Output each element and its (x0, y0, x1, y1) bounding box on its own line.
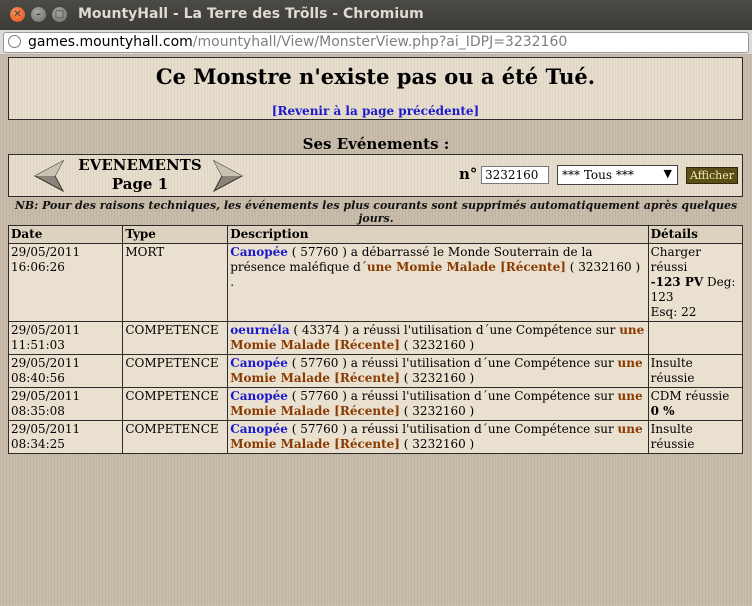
table-row: 29/05/2011 16:06:26 MORT Canopée ( 57760… (7, 243, 744, 322)
actor-id: ( 57760 ) (287, 422, 351, 436)
detail-line-2: 0 % (650, 404, 675, 418)
page-content: Ce Monstre n'existe pas ou a été Tué. [R… (0, 55, 752, 606)
afficher-button[interactable]: Afficher (686, 167, 738, 184)
number-label: n° (459, 165, 478, 183)
dropdown-arrow-icon: ▼ (663, 167, 672, 180)
cell-details: Charger réussi -123 PV Deg: 123 Esq: 22 (647, 243, 744, 322)
events-section-title: Ses Evénements : (302, 135, 450, 153)
events-navigation: EVENEMENTS Page 1 n° 3232160 *** Tous **… (8, 154, 743, 197)
back-link[interactable]: [Revenir à la page précédente] (9, 104, 742, 118)
cell-type: COMPETENCE (122, 387, 229, 421)
globe-icon (8, 35, 21, 48)
url-path: /mountyhall/View/MonsterView.php?ai_IDPJ… (192, 34, 568, 50)
cell-date: 29/05/2011 16:06:26 (7, 243, 124, 322)
detail-line: Charger réussi (650, 245, 701, 274)
actor-link[interactable]: Canopée (230, 422, 288, 436)
header-type: Type (122, 225, 229, 244)
header-details: Détails (647, 225, 744, 244)
message-box: Ce Monstre n'existe pas ou a été Tué. [R… (8, 57, 743, 120)
cell-date: 29/05/2011 08:34:25 (7, 420, 124, 454)
events-table: Date Type Description Détails 29/05/2011… (7, 225, 744, 454)
actor-link[interactable]: Canopée (230, 356, 288, 370)
cell-details: CDM réussie 0 % (647, 387, 744, 421)
address-bar: games.mountyhall.com/mountyhall/View/Mon… (0, 30, 752, 55)
detail-pv: -123 PV (650, 275, 704, 289)
next-page-arrow-icon[interactable] (212, 159, 244, 193)
detail-line: Insulte réussie (650, 356, 695, 385)
cell-description: Canopée ( 57760 ) a réussi l'utilisation… (227, 387, 649, 421)
target-id: ( 3232160 ) (399, 371, 475, 385)
maximize-window-icon[interactable]: □ (52, 7, 67, 22)
cell-description: Canopée ( 57760 ) a réussi l'utilisation… (227, 420, 649, 454)
actor-link[interactable]: Canopée (230, 245, 288, 259)
detail-line: CDM réussie (650, 389, 730, 403)
table-row: 29/05/2011 11:51:03 COMPETENCE oeurnéla … (7, 321, 744, 355)
actor-link[interactable]: Canopée (230, 389, 288, 403)
event-type-select[interactable]: *** Tous *** ▼ (557, 165, 678, 185)
events-page-number: Page 1 (111, 175, 169, 193)
action-text: a réussi l'utilisation d´une Compétence … (352, 323, 620, 337)
cell-type: COMPETENCE (122, 354, 229, 388)
events-label-title: EVENEMENTS (78, 156, 202, 174)
cell-details (647, 321, 744, 355)
cell-date: 29/05/2011 11:51:03 (7, 321, 124, 355)
events-label: EVENEMENTS Page 1 (69, 156, 211, 194)
actor-id: ( 43374 ) (289, 323, 353, 337)
event-type-selected: *** Tous *** (562, 168, 634, 182)
url-host: games.mountyhall.com (28, 34, 193, 50)
monster-number-input[interactable]: 3232160 (481, 166, 549, 184)
action-text: a réussi l'utilisation d´une Compétence … (350, 422, 618, 436)
monster-link[interactable]: une Momie Malade [Récente] (367, 260, 566, 274)
cell-details: Insulte réussie (647, 354, 744, 388)
url-field[interactable]: games.mountyhall.com/mountyhall/View/Mon… (3, 32, 749, 53)
actor-id: ( 57760 ) (287, 245, 351, 259)
cell-type: COMPETENCE (122, 420, 229, 454)
table-row: 29/05/2011 08:40:56 COMPETENCE Canopée (… (7, 354, 744, 388)
close-window-icon[interactable]: ✕ (10, 7, 25, 22)
header-description: Description (227, 225, 649, 244)
cell-description: oeurnéla ( 43374 ) a réussi l'utilisatio… (227, 321, 649, 355)
technical-note: NB: Pour des raisons techniques, les évé… (14, 199, 738, 225)
action-text: a réussi l'utilisation d´une Compétence … (350, 356, 618, 370)
detail-line: Insulte réussie (650, 422, 695, 451)
cell-type: MORT (122, 243, 229, 322)
cell-details: Insulte réussie (647, 420, 744, 454)
action-text: a réussi l'utilisation d´une Compétence … (350, 389, 618, 403)
target-id: ( 3232160 ) (399, 404, 475, 418)
window-title: MountyHall - La Terre des Trõlls - Chrom… (78, 6, 424, 22)
target-id: ( 3232160 ) (399, 437, 475, 451)
cell-description: Canopée ( 57760 ) a réussi l'utilisation… (227, 354, 649, 388)
table-row: 29/05/2011 08:34:25 COMPETENCE Canopée (… (7, 420, 744, 454)
table-header-row: Date Type Description Détails (7, 225, 744, 244)
target-id: ( 3232160 ) (399, 338, 475, 352)
header-date: Date (7, 225, 124, 244)
actor-link[interactable]: oeurnéla (230, 323, 289, 337)
previous-page-arrow-icon[interactable] (33, 159, 65, 193)
cell-date: 29/05/2011 08:35:08 (7, 387, 124, 421)
actor-id: ( 57760 ) (287, 356, 351, 370)
cell-type: COMPETENCE (122, 321, 229, 355)
cell-description: Canopée ( 57760 ) a débarrassé le Monde … (227, 243, 649, 322)
actor-id: ( 57760 ) (287, 389, 351, 403)
title-bar: ✕ – □ MountyHall - La Terre des Trõlls -… (0, 0, 752, 30)
page-title: Ce Monstre n'existe pas ou a été Tué. (155, 64, 596, 89)
cell-date: 29/05/2011 08:40:56 (7, 354, 124, 388)
minimize-window-icon[interactable]: – (31, 7, 46, 22)
detail-esq: Esq: 22 (650, 305, 697, 319)
table-row: 29/05/2011 08:35:08 COMPETENCE Canopée (… (7, 387, 744, 421)
